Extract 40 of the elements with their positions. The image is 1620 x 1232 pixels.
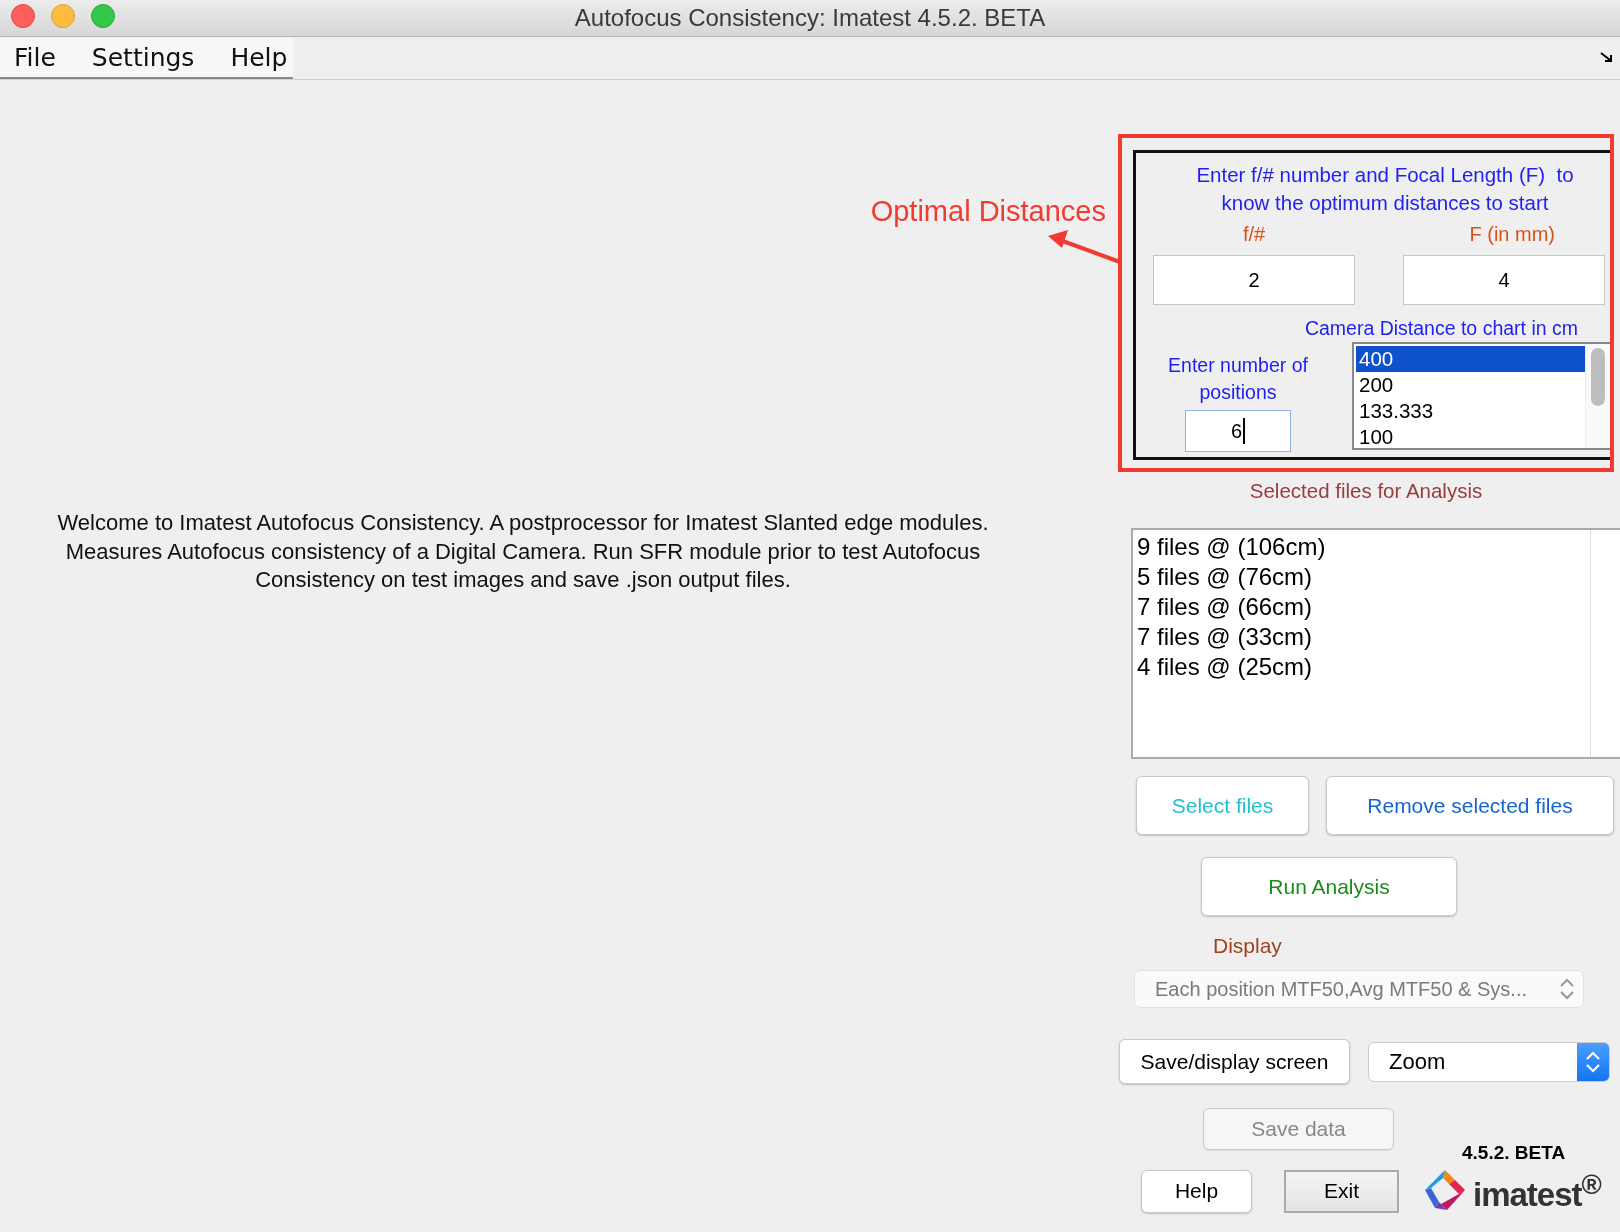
f-number-field[interactable]: 2	[1153, 255, 1355, 305]
focal-length-field[interactable]: 4	[1403, 255, 1605, 305]
distance-label: Camera Distance to chart in cm	[1303, 317, 1579, 340]
version-label: 4.5.2. BETA	[1462, 1142, 1566, 1164]
file-item[interactable]: 7 files @ (66cm)	[1137, 592, 1590, 622]
welcome-text: Welcome to Imatest Autofocus Consistency. A postprocessor for Imatest Slanted edge modules. Measures Autofocus consistency of a Digital Camera. Run SFR module prior to test Autofocus Consistency on test images and save .json output files.	[56, 509, 990, 594]
f-number-label: f/#	[1242, 222, 1266, 247]
close-icon[interactable]	[11, 4, 35, 28]
instruction-text: Enter f/# number and Focal Length (F) to know the optimum distances to start	[1195, 162, 1575, 216]
file-item[interactable]: 5 files @ (76cm)	[1137, 562, 1590, 592]
window-title: Autofocus Consistency: Imatest 4.5.2. BETA	[574, 4, 1046, 32]
file-item[interactable]: 9 files @ (106cm)	[1137, 532, 1590, 562]
minimize-icon[interactable]	[51, 4, 75, 28]
display-label: Display	[1213, 934, 1283, 958]
run-analysis-button[interactable]: Run Analysis	[1201, 857, 1457, 916]
updown-icon	[1585, 1049, 1601, 1074]
distance-item[interactable]: 200	[1356, 372, 1585, 398]
file-item[interactable]: 7 files @ (33cm)	[1137, 622, 1590, 652]
distance-item[interactable]: 133.333	[1356, 398, 1585, 424]
maximize-icon[interactable]	[91, 4, 115, 28]
remove-files-button[interactable]: Remove selected files	[1326, 776, 1614, 835]
help-button[interactable]: Help	[1141, 1169, 1252, 1213]
file-item[interactable]: 4 files @ (25cm)	[1137, 652, 1590, 682]
logo-wordmark: imatest$^{®}$	[1473, 1168, 1601, 1214]
distance-item[interactable]: 400	[1356, 346, 1585, 372]
zoom-dropdown[interactable]: Zoom	[1368, 1041, 1610, 1082]
files-label: Selected files for Analysis	[1248, 479, 1484, 503]
menu-item[interactable]: File	[14, 42, 56, 72]
positions-field[interactable]: 6	[1185, 410, 1291, 452]
focal-length-label: F (in mm)	[1469, 222, 1555, 247]
updown-icon	[1559, 977, 1575, 1001]
menu-item[interactable]: Help	[230, 42, 288, 72]
exit-button[interactable]: Exit	[1284, 1169, 1399, 1213]
annotation-label: Optimal Distances	[870, 195, 1106, 228]
resize-arrow-icon[interactable]	[1600, 52, 1614, 64]
positions-label: Enter number of positions	[1167, 353, 1309, 405]
menu-item[interactable]: Settings	[91, 42, 195, 72]
save-display-button[interactable]: Save/display screen	[1119, 1039, 1350, 1084]
scrollbar-thumb[interactable]	[1591, 348, 1605, 406]
distance-item[interactable]: 100	[1356, 424, 1585, 448]
